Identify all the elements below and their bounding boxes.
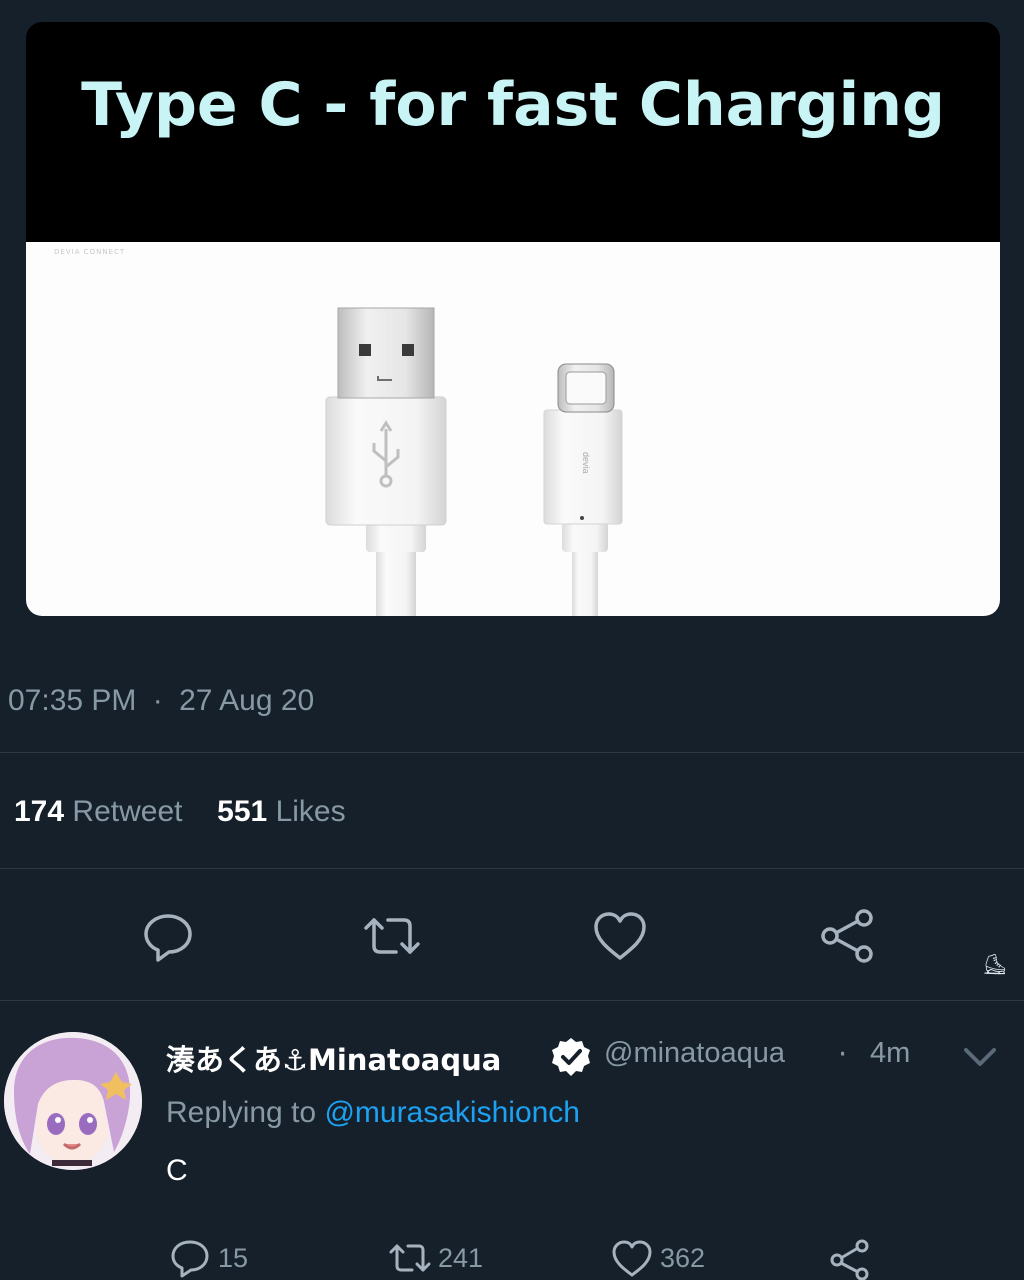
stray-glyph: ⛸ — [982, 952, 1008, 976]
share-icon — [821, 909, 873, 963]
tweet-timestamp[interactable]: 07:35 PM · 27 Aug 20 — [8, 684, 314, 718]
cable-brand-label: devia — [581, 452, 591, 474]
reply-like-count: 362 — [660, 1242, 706, 1273]
chevron-down-icon — [964, 1048, 996, 1066]
tweet-date: 27 Aug 20 — [179, 684, 315, 717]
meta-separator: · — [838, 1037, 848, 1071]
retweet-icon — [389, 1244, 431, 1272]
mention-link[interactable]: @murasakishionch — [324, 1096, 580, 1129]
tweet-stats: 174 Retweet 551 Likes — [14, 795, 346, 829]
reply-reply-count: 15 — [218, 1242, 249, 1273]
divider — [0, 752, 1024, 753]
cable-photo: DEVIA CONNECT devia — [26, 242, 1000, 616]
verified-badge-icon — [550, 1036, 592, 1078]
reply-like-button[interactable]: 362 — [610, 1236, 705, 1280]
reply-button[interactable] — [138, 906, 198, 966]
likes-stat[interactable]: 551 Likes — [217, 795, 345, 828]
reply-retweet-button[interactable]: 241 — [388, 1236, 483, 1280]
reply-icon — [171, 1240, 209, 1278]
share-icon — [830, 1239, 869, 1280]
reply-display-name[interactable]: 湊あくあ⚓Minatoaqua — [166, 1037, 501, 1079]
usb-c-plug: devia — [543, 363, 623, 616]
likes-label: Likes — [275, 795, 346, 828]
reply-avatar[interactable] — [4, 1032, 142, 1170]
tweet-media[interactable]: Type C - for fast Charging DEVIA CONNECT — [26, 22, 1000, 616]
meta-separator: · — [152, 684, 163, 717]
divider — [0, 1000, 1024, 1001]
replying-prefix: Replying to — [166, 1096, 317, 1129]
anime-avatar-image — [4, 1032, 142, 1170]
meme-caption: Type C - for fast Charging — [81, 70, 945, 140]
replying-to-line: Replying to @murasakishionch — [166, 1096, 580, 1130]
reply-time[interactable]: 4m — [870, 1037, 910, 1070]
retweet-count: 174 — [14, 795, 65, 828]
reply-icon — [144, 914, 192, 962]
divider — [0, 868, 1024, 869]
reply-share-button[interactable] — [828, 1236, 872, 1280]
more-options-button[interactable] — [960, 1042, 1000, 1072]
reply-reply-button[interactable]: 15 — [168, 1236, 248, 1280]
like-icon — [594, 912, 646, 960]
reply-handle[interactable]: @minatoaqua — [604, 1037, 785, 1070]
retweet-icon — [364, 918, 420, 954]
likes-count: 551 — [217, 795, 268, 828]
retweet-button[interactable] — [362, 906, 422, 966]
share-button[interactable] — [818, 906, 878, 966]
retweet-stat[interactable]: 174 Retweet — [14, 795, 182, 828]
retweet-label: Retweet — [72, 795, 183, 828]
reply-retweet-count: 241 — [438, 1242, 484, 1273]
reply-text: C — [166, 1154, 188, 1187]
usb-a-plug — [325, 307, 447, 616]
like-icon — [612, 1240, 652, 1277]
like-button[interactable] — [590, 906, 650, 966]
usb-cables-illustration: devia — [325, 307, 623, 616]
tweet-time: 07:35 PM — [8, 684, 137, 717]
